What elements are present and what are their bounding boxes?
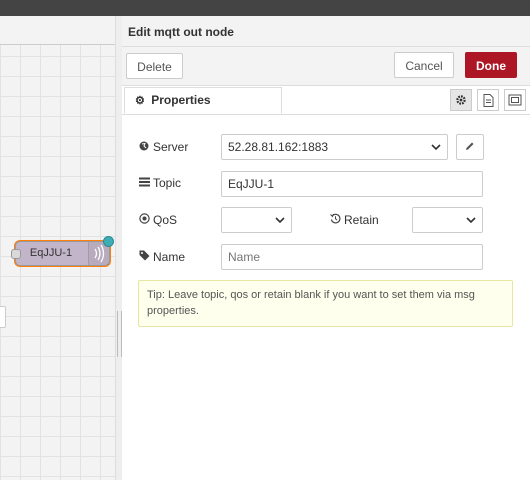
server-select[interactable]: 52.28.81.162:1883 (221, 134, 448, 160)
done-button[interactable]: Done (465, 52, 517, 78)
server-label: Server (153, 140, 189, 154)
topic-value: EqJJU-1 (228, 177, 275, 191)
qos-label: QoS (153, 213, 178, 227)
qos-select[interactable] (221, 207, 292, 233)
chevron-down-icon (431, 135, 441, 168)
node-label: EqJJU-1 (29, 247, 73, 259)
description-icon[interactable] (477, 89, 499, 111)
tray-header: Edit mqtt out node (122, 16, 530, 47)
qos-label-row: QoS (138, 213, 177, 227)
flow-workspace[interactable]: EqJJU-1 (0, 16, 116, 480)
retain-label-row: Retain (329, 213, 379, 227)
gear-icon[interactable] (450, 89, 472, 111)
history-icon (329, 213, 341, 227)
chevron-down-icon (466, 208, 476, 241)
globe-icon (138, 140, 150, 154)
dialog-title: Edit mqtt out node (128, 25, 234, 39)
topic-label: Topic (153, 176, 182, 190)
gear-icon: ⚙ (135, 95, 145, 107)
name-label-row: Name (138, 250, 185, 264)
server-label-row: Server (138, 140, 188, 154)
node-changed-indicator (103, 236, 114, 247)
top-bar (0, 0, 530, 16)
tab-properties-label: Properties (151, 93, 211, 107)
retain-label: Retain (344, 213, 379, 227)
delete-button[interactable]: Delete (126, 53, 183, 79)
name-input[interactable] (221, 244, 483, 270)
tab-bar: ⚙ Properties (122, 86, 530, 115)
appearance-icon[interactable] (504, 89, 526, 111)
tab-properties[interactable]: ⚙ Properties (124, 87, 282, 114)
tip-text: Tip: Leave topic, qos or retain blank if… (147, 289, 475, 317)
workspace-tab-bar (0, 16, 116, 45)
workspace-edge-button[interactable] (0, 306, 6, 328)
name-label: Name (153, 250, 186, 264)
server-value: 52.28.81.162:1883 (228, 140, 329, 154)
chevron-down-icon (275, 208, 285, 241)
cancel-button[interactable]: Cancel (394, 52, 454, 78)
edit-server-button[interactable] (456, 134, 484, 160)
dot-circle-icon (138, 213, 150, 227)
topic-label-row: Topic (138, 176, 181, 190)
retain-select[interactable] (412, 207, 483, 233)
edit-tray: Edit mqtt out node Delete Cancel Done ⚙ … (122, 16, 530, 480)
tip-box: Tip: Leave topic, qos or retain blank if… (138, 280, 513, 327)
tasks-icon (138, 176, 150, 190)
tray-toolbar: Delete Cancel Done (122, 47, 530, 86)
tag-icon (138, 250, 150, 264)
topic-input[interactable]: EqJJU-1 (221, 171, 483, 197)
pencil-icon (465, 140, 475, 154)
mqtt-out-node[interactable]: EqJJU-1 (11, 236, 114, 266)
